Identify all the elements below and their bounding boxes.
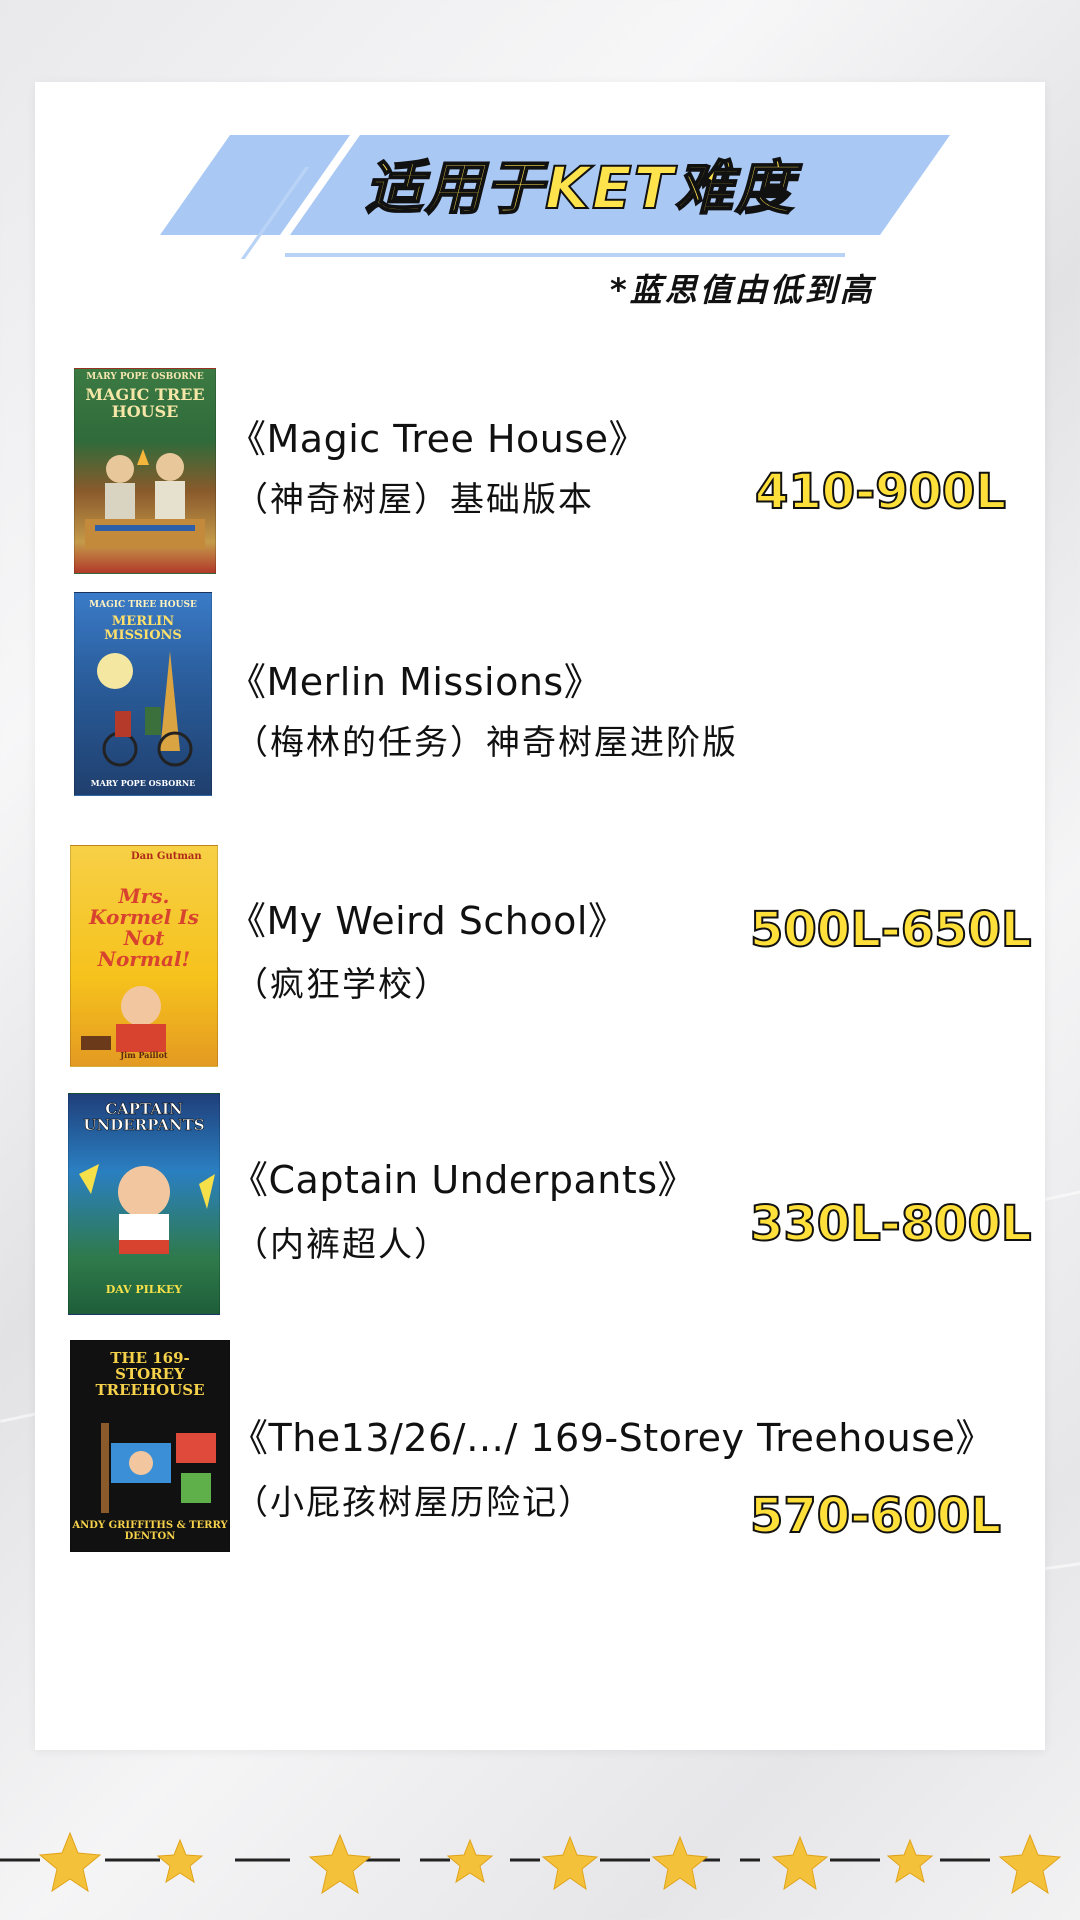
cover-series: MAGIC TREE HOUSE xyxy=(85,385,205,421)
book-cover-captain-underpants: CAPTAIN UNDERPANTS DAV PILKEY xyxy=(68,1093,220,1315)
cover-series: CAPTAIN UNDERPANTS xyxy=(83,1100,205,1134)
cover-series: Mrs. Kormel Is Not Normal! xyxy=(89,884,199,971)
book-cover-merlin-missions: MAGIC TREE HOUSE MERLIN MISSIONS MARY PO… xyxy=(74,592,212,796)
book-cover-magic-tree-house: MARY POPE OSBORNE MAGIC TREE HOUSE xyxy=(74,368,216,574)
cover-author: Dan Gutman xyxy=(131,851,202,862)
book-chinese-title: （神奇树屋）基础版本 xyxy=(234,480,594,520)
book-title: 《The13/26/…/ 169-Storey Treehouse》 xyxy=(230,1416,994,1460)
lexile-range: 570-600L xyxy=(749,1487,1002,1545)
lexile-order-note: *蓝思值由低到高 xyxy=(610,271,875,309)
cover-author: ANDY GRIFFITHS & TERRY DENTON xyxy=(72,1520,228,1542)
lexile-range: 500L-650L xyxy=(749,901,1032,959)
cover-author: MARY POPE OSBORNE xyxy=(86,372,204,382)
lexile-range: 330L-800L xyxy=(749,1195,1032,1253)
cover-author: DAV PILKEY xyxy=(105,1283,183,1296)
cover-author: MARY POPE OSBORNE xyxy=(90,778,196,788)
book-title: 《Merlin Missions》 xyxy=(228,660,603,704)
banner-underline xyxy=(285,253,845,257)
banner-title: 适用于KET难度 xyxy=(364,153,796,223)
title-banner: 适用于KET难度 xyxy=(159,135,951,265)
cover-series: MERLIN MISSIONS xyxy=(104,614,182,643)
book-chinese-title: （梅林的任务）神奇树屋进阶版 xyxy=(234,723,738,763)
cover-illustrator: Jim Paillot xyxy=(120,1050,168,1060)
book-title: 《My Weird School》 xyxy=(228,899,627,943)
lexile-range: 410-900L xyxy=(754,463,1007,521)
cover-illustration xyxy=(97,651,193,767)
cover-series: THE 169-STOREY TREEHOUSE xyxy=(95,1349,205,1399)
cover-illustration xyxy=(81,986,166,1052)
cover-illustration xyxy=(79,1164,215,1254)
book-cover-169-storey-treehouse: THE 169-STOREY TREEHOUSE ANDY GRIFFITHS … xyxy=(70,1340,230,1552)
book-chinese-title: （内裤超人） xyxy=(234,1225,450,1265)
cover-series-top: MAGIC TREE HOUSE xyxy=(89,600,197,610)
cover-illustration xyxy=(101,1423,216,1513)
star-border-decoration xyxy=(0,1831,1062,1895)
cover-illustration xyxy=(85,449,205,549)
book-cover-my-weird-school: Dan Gutman Mrs. Kormel Is Not Normal! Ji… xyxy=(70,845,218,1067)
book-chinese-title: （疯狂学校） xyxy=(234,965,450,1005)
book-title: 《Captain Underpants》 xyxy=(230,1158,697,1202)
book-title: 《Magic Tree House》 xyxy=(228,417,648,461)
book-chinese-title: （小屁孩树屋历险记） xyxy=(234,1483,594,1523)
